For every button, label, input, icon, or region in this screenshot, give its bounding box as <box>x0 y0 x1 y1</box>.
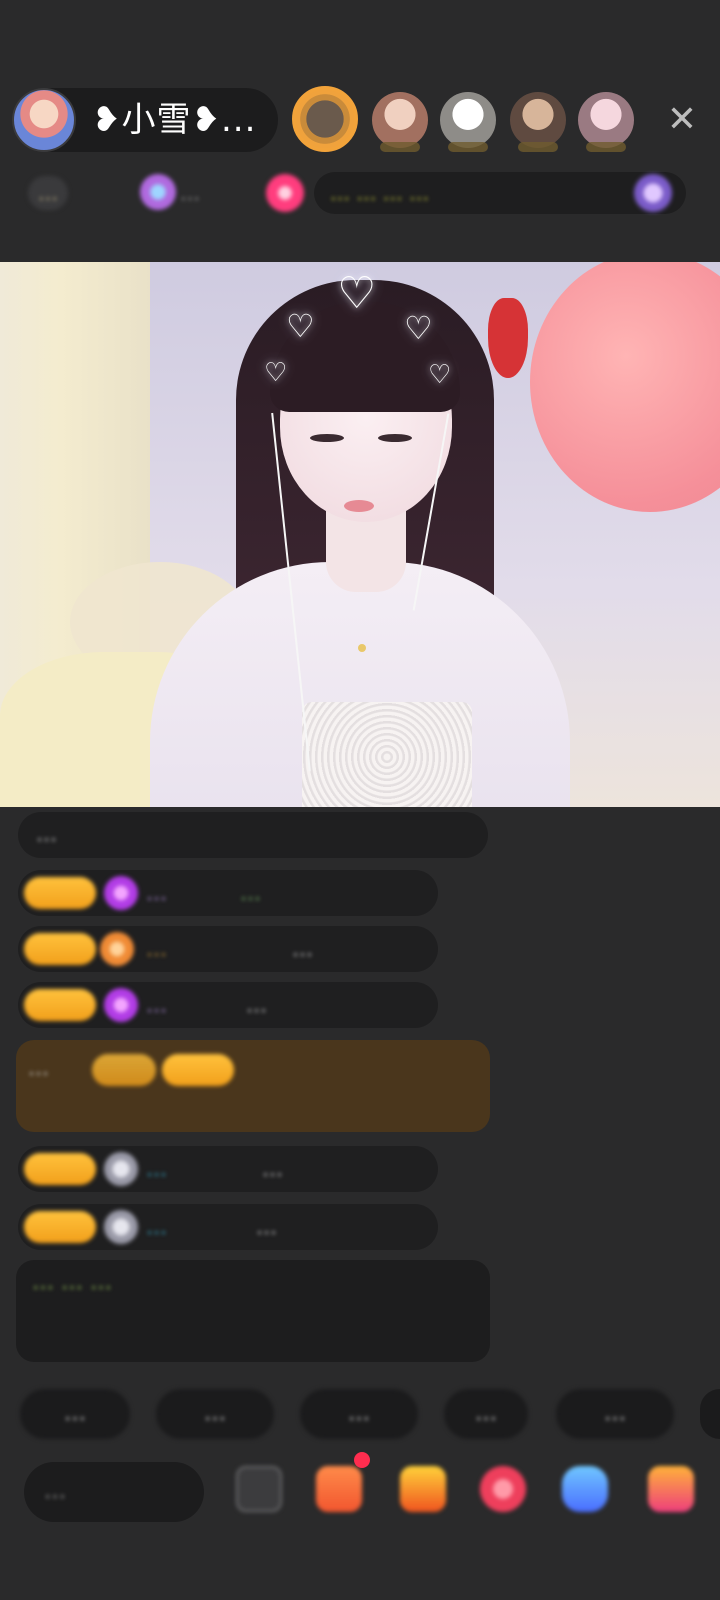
heart-effect-icon: ♡ <box>404 309 433 347</box>
cloud-icon <box>104 1152 138 1186</box>
cloud-icon <box>104 1210 138 1244</box>
game-controller-icon[interactable] <box>562 1466 608 1512</box>
stat-text: … <box>180 181 200 205</box>
quick-reply-chip[interactable]: … <box>556 1389 674 1439</box>
chat-text: … <box>240 881 261 905</box>
top-viewer-avatar-1[interactable] <box>292 86 358 152</box>
chat-text: … <box>262 1157 283 1181</box>
chat-text: … <box>36 822 57 846</box>
chat-text: … <box>256 1215 277 1239</box>
chat-username[interactable]: … <box>146 989 167 1021</box>
notice-text: … <box>28 1056 49 1080</box>
task-badge-icon[interactable] <box>634 174 672 212</box>
close-icon[interactable]: ✕ <box>662 100 702 140</box>
host-name[interactable]: ❥小雪❥... <box>92 100 256 140</box>
lips <box>344 500 374 512</box>
gem-icon <box>104 876 138 910</box>
quick-reply-chip[interactable]: … <box>156 1389 274 1439</box>
quick-reply-chip[interactable]: … <box>300 1389 418 1439</box>
chat-username[interactable]: … <box>146 1153 167 1185</box>
top-viewer-avatar-2[interactable] <box>372 92 428 148</box>
heart-effect-icon: ♡ <box>264 358 288 388</box>
chat-username[interactable]: … <box>146 877 167 909</box>
comment-input-placeholder: … <box>44 1479 66 1504</box>
quick-reply-chip[interactable]: … <box>20 1389 130 1439</box>
level-badge <box>24 877 96 909</box>
level-badge <box>24 1211 96 1243</box>
chat-username[interactable]: … <box>146 933 167 965</box>
necklace-pendant <box>358 644 366 652</box>
emoji-icon[interactable] <box>236 1466 282 1512</box>
host-avatar[interactable] <box>12 88 76 152</box>
heart-effect-icon: ♡ <box>286 307 315 345</box>
gift-box-icon[interactable] <box>316 1466 362 1512</box>
orange-icon <box>100 932 134 966</box>
top-viewer-avatar-4[interactable] <box>510 92 566 148</box>
viewer-tag <box>448 142 488 152</box>
chat-message[interactable] <box>18 812 488 858</box>
rank-chip[interactable]: … <box>28 176 68 210</box>
viewer-tag <box>518 142 558 152</box>
heart-effect-icon: ♡ <box>337 268 377 319</box>
task-text: … … … … <box>330 181 430 205</box>
chat-username[interactable]: … <box>146 1211 167 1243</box>
top-viewer-avatar-3[interactable] <box>440 92 496 148</box>
more-grid-icon[interactable] <box>648 1466 694 1512</box>
chat-text: … <box>292 937 313 961</box>
top-viewer-avatar-5[interactable] <box>578 92 634 148</box>
gem-icon <box>104 988 138 1022</box>
quick-reply-chip-partial[interactable] <box>700 1389 720 1439</box>
eye <box>378 434 412 442</box>
red-ornament <box>488 298 528 378</box>
heart-gift-icon[interactable] <box>480 1466 526 1512</box>
fire-icon[interactable] <box>266 174 304 212</box>
balloon <box>530 262 720 512</box>
level-badge <box>24 933 96 965</box>
heart-effect-icon: ♡ <box>428 360 452 390</box>
notification-dot <box>354 1452 370 1468</box>
viewer-tag <box>586 142 626 152</box>
viewer-tag <box>380 142 420 152</box>
gift-icon[interactable] <box>140 174 176 210</box>
streamer-top <box>302 702 472 807</box>
eye <box>310 434 344 442</box>
system-text: … … … <box>32 1270 112 1295</box>
level-badge <box>24 1153 96 1185</box>
gift-icon[interactable] <box>400 1466 446 1512</box>
quick-reply-chip[interactable]: … <box>444 1389 528 1439</box>
chat-text: … <box>246 993 267 1017</box>
level-badge <box>24 989 96 1021</box>
live-video[interactable]: ♡ ♡ ♡ ♡ ♡ <box>0 262 720 807</box>
